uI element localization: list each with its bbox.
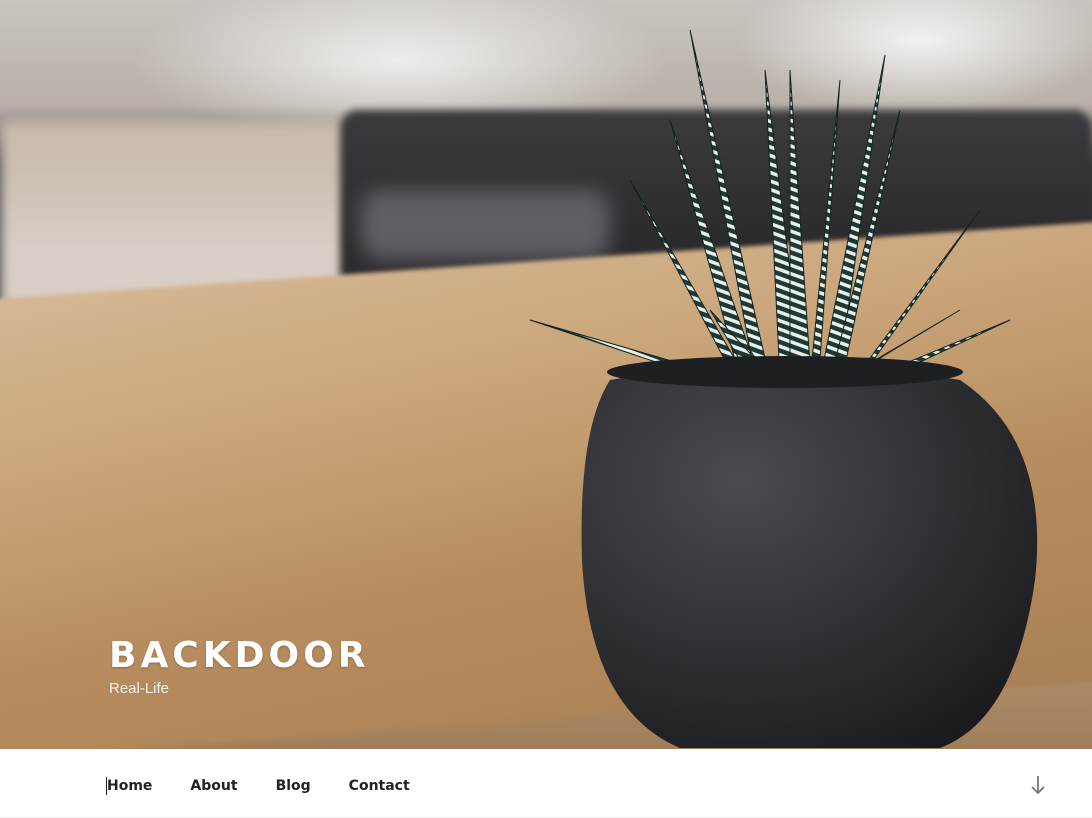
top-navigation: Home About Blog Contact (0, 749, 1092, 818)
arrow-down-icon[interactable] (1028, 774, 1048, 796)
nav-item-blog[interactable]: Blog (276, 777, 311, 795)
site-title[interactable]: BACKDOOR (109, 636, 369, 676)
succulent-plant-image (529, 29, 1038, 748)
site-branding: BACKDOOR Real-Life (109, 636, 369, 698)
pot-shape (581, 365, 1038, 748)
site-header: BACKDOOR Real-Life (0, 0, 1092, 749)
nav-item-contact[interactable]: Contact (349, 777, 410, 795)
site-description: Real-Life (109, 680, 170, 697)
nav-item-about[interactable]: About (190, 777, 237, 795)
nav-menu: Home About Blog Contact (106, 777, 448, 795)
nav-item-home[interactable]: Home (106, 777, 152, 795)
